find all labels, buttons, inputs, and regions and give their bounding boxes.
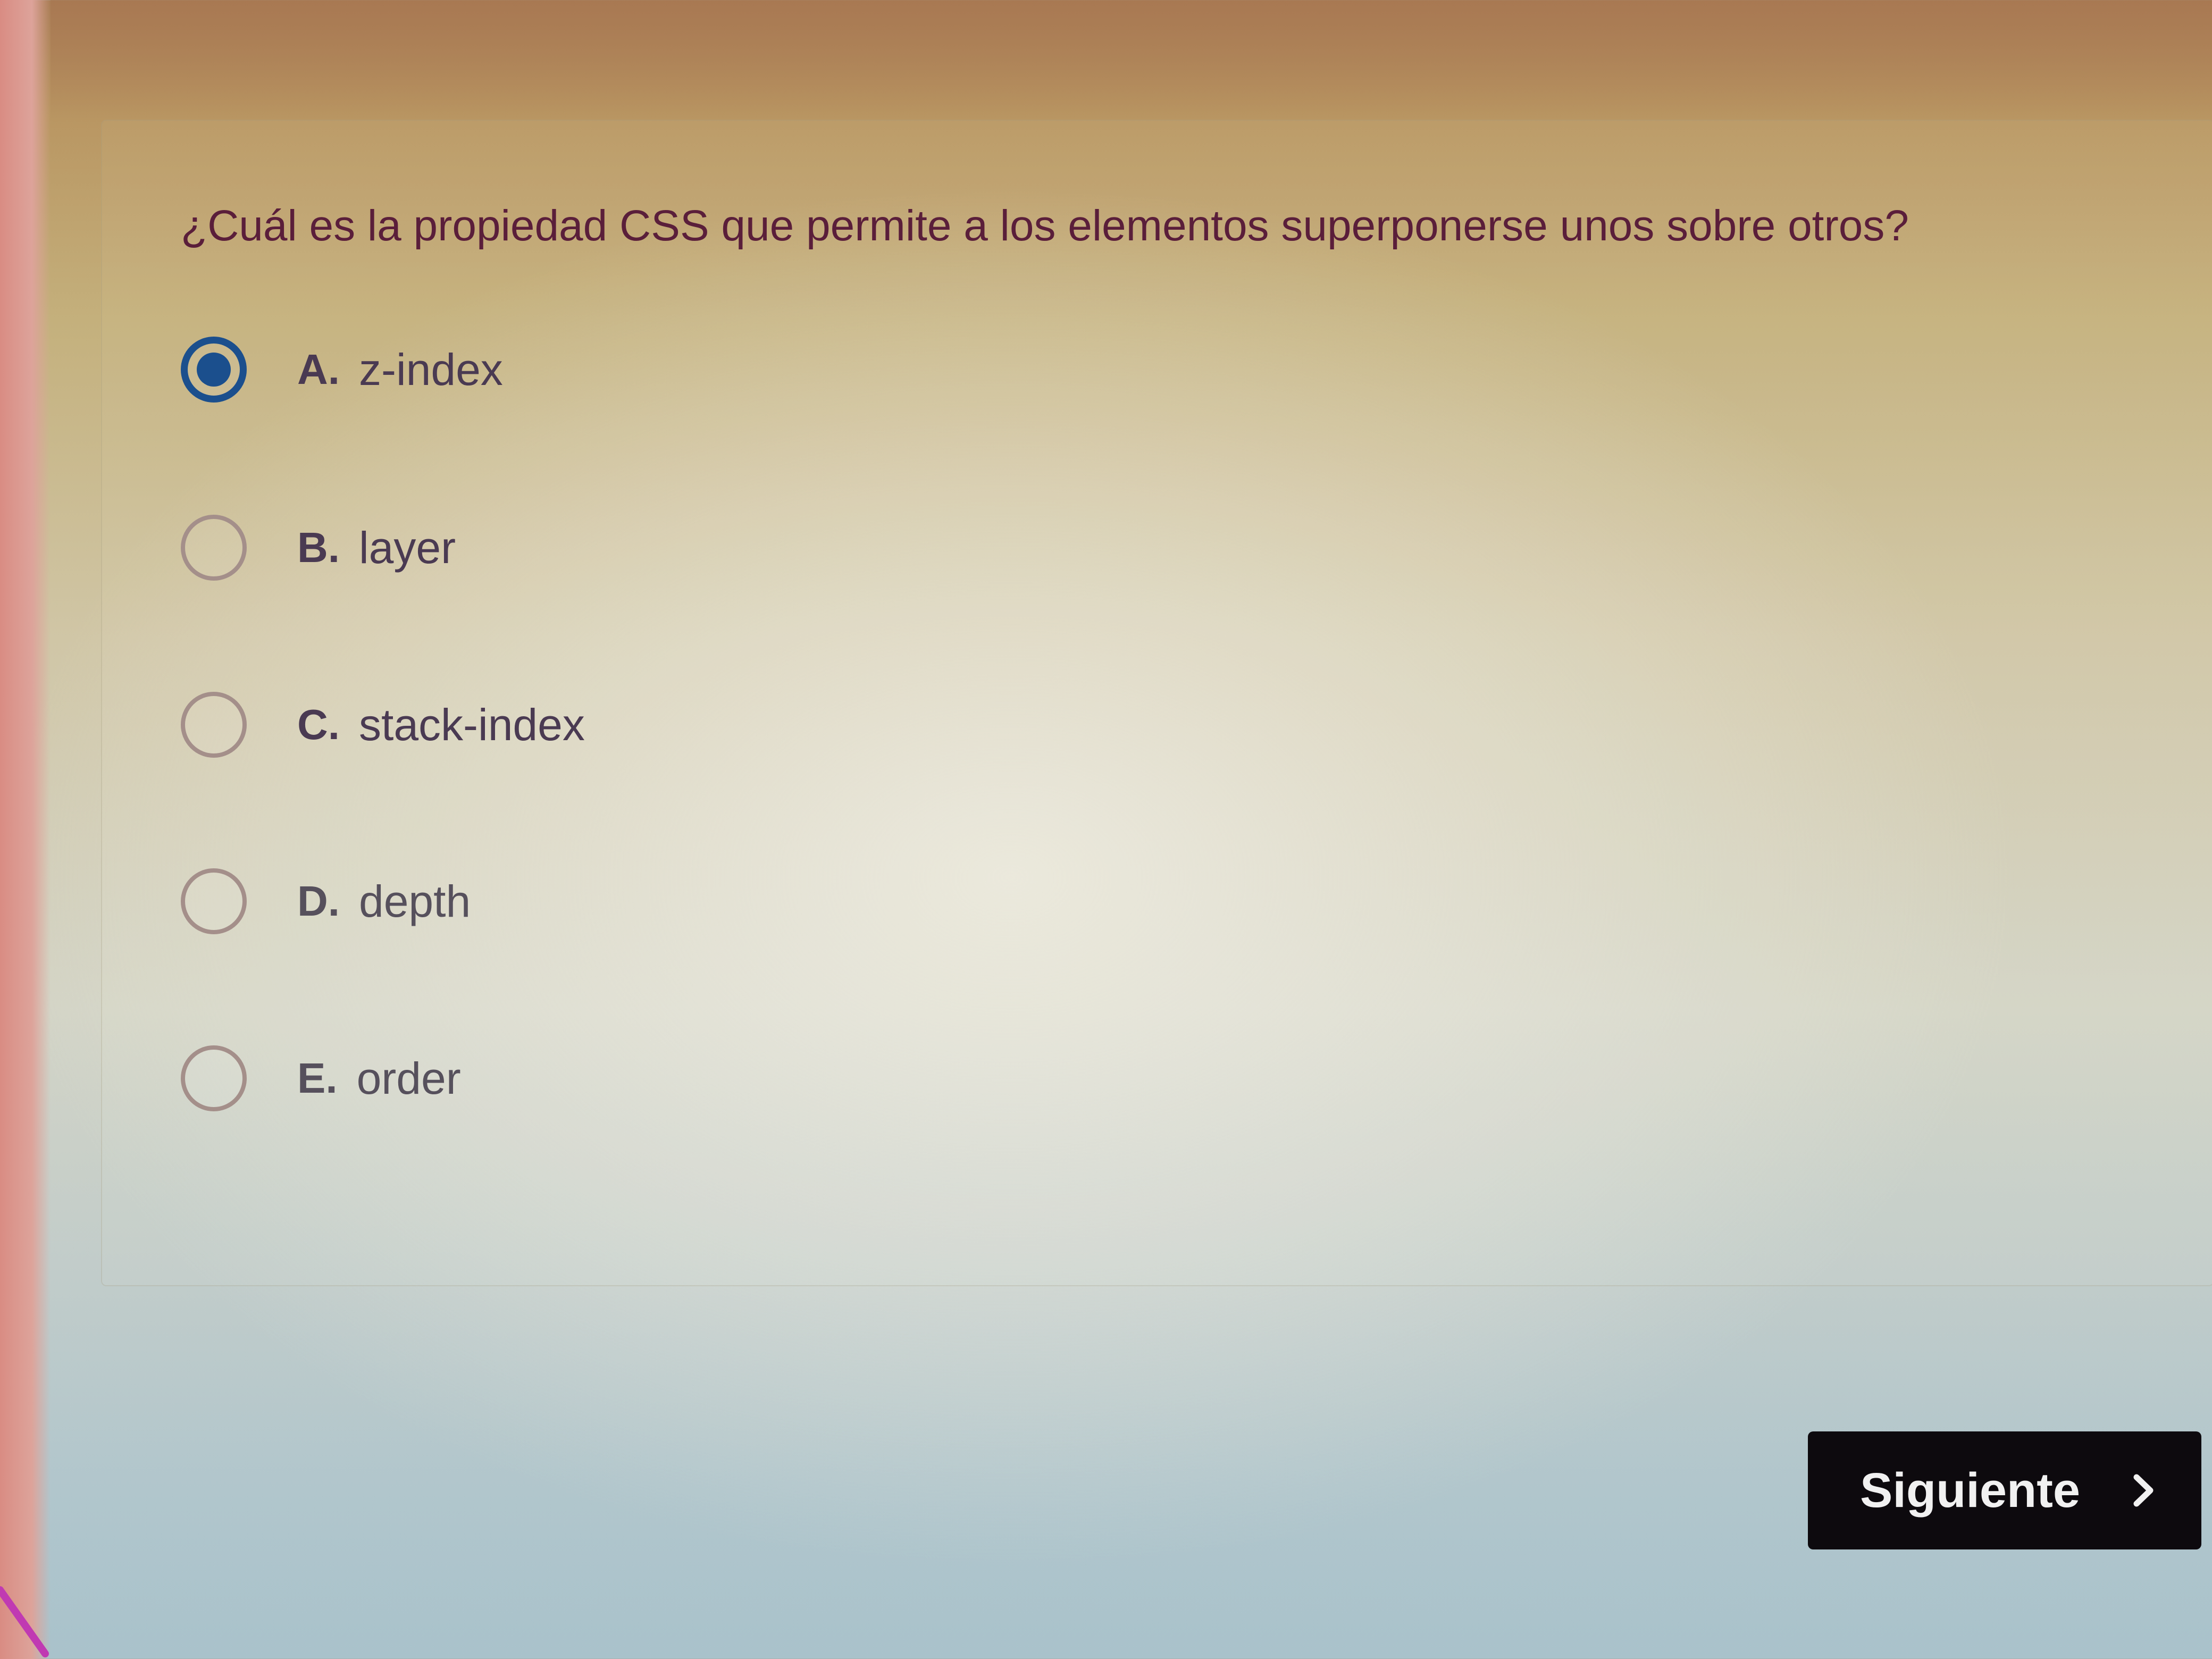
- option-d[interactable]: D. depth: [181, 867, 1032, 936]
- option-label: depth: [359, 876, 471, 926]
- option-letter: A.: [297, 346, 340, 393]
- stylus-tip: [0, 1586, 49, 1657]
- option-letter: C.: [297, 701, 340, 748]
- option-a[interactable]: A. z-index: [181, 335, 1032, 404]
- option-label: layer: [359, 522, 456, 573]
- question-text: ¿Cuál es la propiedad CSS que permite a …: [181, 202, 1909, 250]
- next-button[interactable]: Siguiente: [1808, 1431, 2201, 1549]
- option-e[interactable]: E. order: [181, 1044, 1032, 1113]
- chevron-right-icon: [2133, 1474, 2154, 1507]
- option-letter: D.: [297, 877, 340, 925]
- option-label: order: [356, 1053, 461, 1103]
- radio-button-checked[interactable]: [181, 337, 247, 403]
- option-label: z-index: [359, 344, 503, 395]
- radio-button[interactable]: [181, 868, 247, 934]
- option-label: stack-index: [359, 699, 585, 750]
- option-letter: B.: [297, 524, 340, 571]
- radio-button[interactable]: [181, 1045, 247, 1111]
- option-c[interactable]: C. stack-index: [181, 690, 1032, 759]
- header-band: [51, 0, 2212, 122]
- screen-edge: [0, 0, 51, 1659]
- option-letter: E.: [297, 1054, 338, 1102]
- radio-button[interactable]: [181, 515, 247, 581]
- radio-button[interactable]: [181, 692, 247, 758]
- option-b[interactable]: B. layer: [181, 513, 1032, 582]
- next-button-label: Siguiente: [1860, 1463, 2081, 1518]
